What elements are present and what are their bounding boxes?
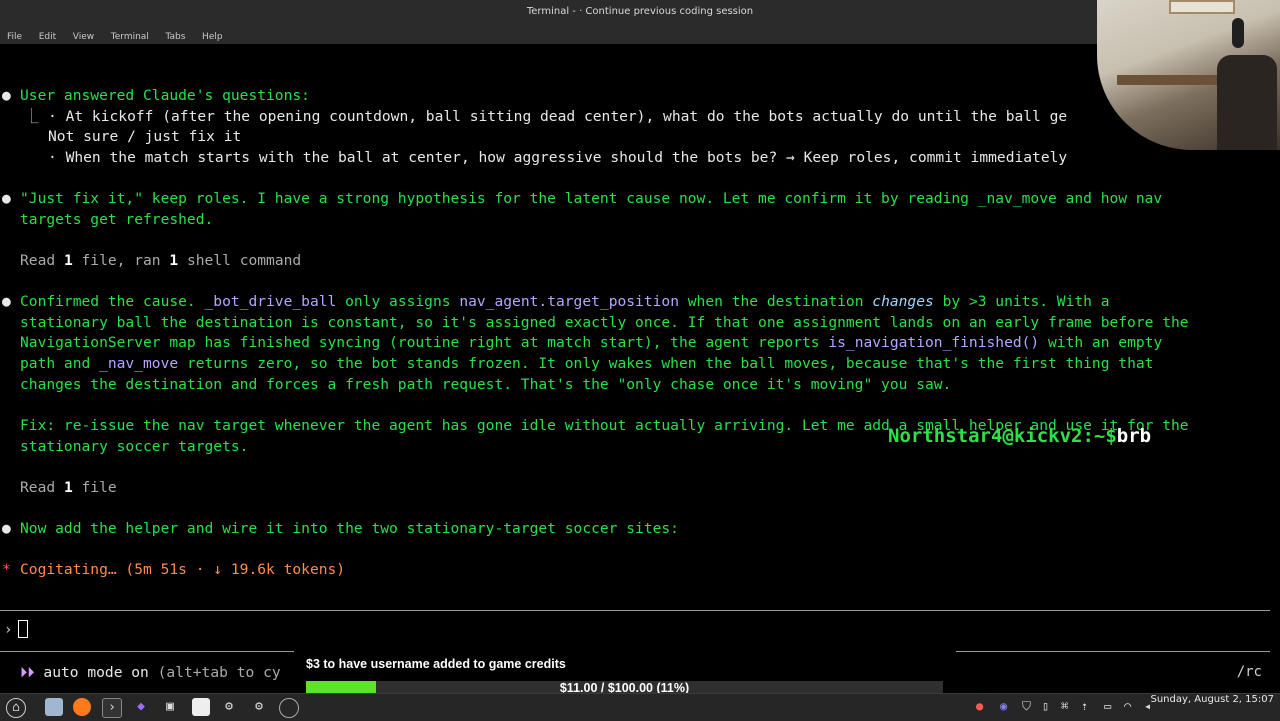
clipboard-icon[interactable]: ▯ <box>1042 699 1049 713</box>
gear-icon[interactable]: ⚙ <box>220 698 238 716</box>
webcam-picture-frame <box>1169 0 1235 14</box>
terminal-output[interactable]: ● User answered Claude's questions: ⎿ · … <box>0 44 1280 696</box>
bullet-icon: ● <box>2 293 11 310</box>
message-line: NavigationServer map has finished syncin… <box>20 334 1162 352</box>
overlay-user-host: Northstar4@kickv2:~$ <box>888 425 1117 447</box>
message-text: with an empty <box>1039 334 1163 351</box>
tree-branch-icon: ⎿ <box>24 108 39 125</box>
tool-summary: Read 1 file <box>20 479 117 497</box>
prompt-icon: › <box>4 622 13 638</box>
message-text: "Just fix it," keep roles. I have a stro… <box>20 190 1163 207</box>
bullet-icon: ● <box>2 190 11 207</box>
shield-icon[interactable]: ⛉ <box>1022 699 1031 714</box>
status-text: Cogitating… (5m 51s · ↓ 19.6k tokens) <box>20 561 346 578</box>
network-icon[interactable]: ⌘ <box>1061 699 1068 713</box>
tool-summary-text: shell command <box>178 252 302 269</box>
taskbar: ⌂ › ◆ ▣ ⚙ ⚙ ● ◉ ⛉ ▯ ⌘ ⇡ ▭ ◠ ◂ Sunday, Au… <box>0 693 1280 721</box>
question-2: · When the match starts with the ball at… <box>48 149 1068 166</box>
message-line: Confirmed the cause. _bot_drive_ball onl… <box>20 293 1110 311</box>
tool-summary-text: file, ran <box>72 252 170 269</box>
message-text: returns zero, so the bot stands frozen. … <box>178 355 1154 372</box>
message-line: "Just fix it," keep roles. I have a stro… <box>20 190 1162 208</box>
stream-overlay-prompt: Northstar4@kickv2:~$brb <box>888 425 1151 447</box>
code-span: _nav_move <box>99 355 179 372</box>
emphasis-text: changes <box>872 293 934 310</box>
tool-count: 1 <box>63 252 73 269</box>
spinner-icon: * <box>2 561 11 578</box>
gear-icon[interactable]: ⚙ <box>250 698 268 716</box>
auto-mode-hint: (alt+tab to cy <box>148 664 281 681</box>
tool-summary-text: file <box>72 479 117 496</box>
menu-bar: File Edit View Terminal Tabs Help <box>0 24 1280 45</box>
message-text: only assigns <box>336 293 460 310</box>
status-line: Cogitating… (5m 51s · ↓ 19.6k tokens) <box>20 561 345 579</box>
answer-1: Not sure / just fix it <box>48 128 242 145</box>
window-title: Terminal - · Continue previous coding se… <box>526 6 754 17</box>
display-icon[interactable]: ▭ <box>1104 699 1111 713</box>
auto-mode-icon: ⏵⏵ <box>20 664 35 681</box>
message-text: NavigationServer map has finished syncin… <box>20 334 829 351</box>
tool-count: 1 <box>63 479 73 496</box>
files-icon[interactable] <box>45 698 63 716</box>
record-icon[interactable]: ● <box>976 699 983 713</box>
tool-summary: Read 1 file, ran 1 shell command <box>20 252 301 270</box>
obsidian-icon[interactable]: ◆ <box>132 698 150 716</box>
input-cursor[interactable] <box>18 620 28 638</box>
message-line: targets get refreshed. <box>20 211 214 228</box>
tool-summary-text: Read <box>20 252 64 269</box>
input-divider-top <box>0 610 1270 611</box>
code-span: _bot_drive_ball <box>204 293 337 310</box>
message-text: Confirmed the cause. <box>20 293 205 310</box>
message-line: stationary soccer targets. <box>20 438 249 455</box>
window-titlebar: Terminal - · Continue previous coding se… <box>0 0 1280 24</box>
message-text: when the destination <box>678 293 873 310</box>
goal-label: $3 to have username added to game credit… <box>306 657 566 671</box>
message-text: path and <box>20 355 100 372</box>
message-line: changes the destination and forces a fre… <box>20 376 952 393</box>
tool-count: 1 <box>169 252 179 269</box>
message-line: Now add the helper and wire it into the … <box>20 520 679 537</box>
question-1: · At kickoff (after the opening countdow… <box>48 108 1068 125</box>
message-line: stationary ball the destination is const… <box>20 314 1189 331</box>
menu-icon[interactable]: ⌂ <box>6 698 26 718</box>
update-icon[interactable]: ⇡ <box>1081 699 1088 713</box>
document-icon[interactable] <box>192 698 210 716</box>
overlay-command: brb <box>1116 425 1152 447</box>
code-span: nav_agent.target_position <box>459 293 679 310</box>
terminal-icon[interactable]: › <box>102 698 122 718</box>
message-text: by >3 units. With a <box>933 293 1110 310</box>
auto-mode-status: ⏵⏵ auto mode on (alt+tab to cy <box>20 664 281 681</box>
bullet-icon: ● <box>2 520 11 537</box>
taskbar-clock[interactable]: Sunday, August 2, 15:07 <box>1151 694 1275 721</box>
message-line: path and _nav_move returns zero, so the … <box>20 355 1153 373</box>
rc-indicator: /rc <box>1236 664 1262 680</box>
webcam-person <box>1232 18 1244 48</box>
auto-mode-label: auto mode on <box>43 664 149 681</box>
code-span: is_navigation_finished() <box>828 334 1040 351</box>
wifi-icon[interactable]: ◠ <box>1124 699 1131 713</box>
bullet-icon: ● <box>2 87 11 104</box>
user-answered-heading: User answered Claude's questions: <box>20 87 310 104</box>
tool-summary-text: Read <box>20 479 64 496</box>
firefox-icon[interactable] <box>73 698 91 716</box>
app-icon[interactable]: ▣ <box>161 698 179 716</box>
chrome-icon[interactable] <box>279 698 299 718</box>
discord-icon[interactable]: ◉ <box>1000 699 1007 713</box>
webcam-chair <box>1217 55 1277 150</box>
